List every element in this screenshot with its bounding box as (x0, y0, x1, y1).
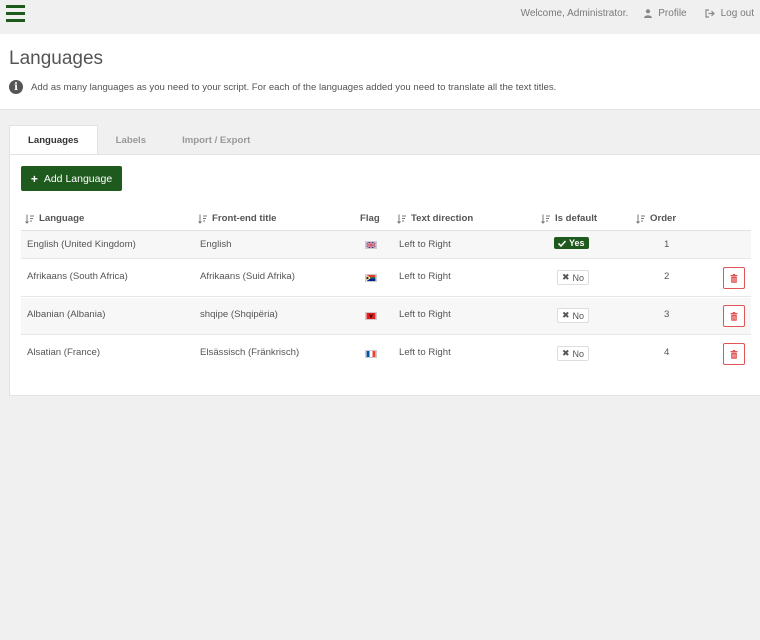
welcome-text: Welcome, Administrator. (520, 8, 629, 19)
table-header: Language Front-end title Flag Text direc… (21, 207, 751, 231)
top-bar: Welcome, Administrator. Profile Log out (0, 0, 760, 34)
logout-icon (705, 9, 715, 18)
default-no-badge: ✖ No (557, 270, 590, 285)
default-no-badge: ✖ No (557, 346, 590, 361)
table-row: Alsatian (France) Elsässisch (Fränkrisch… (21, 336, 751, 373)
trash-icon (730, 349, 738, 359)
south-africa-flag-icon (365, 274, 377, 282)
info-message: i Add as many languages as you need to y… (9, 80, 556, 94)
sort-icon (397, 214, 406, 224)
frontend-title-cell: shqipe (Shqipëria) (200, 309, 278, 320)
close-icon: ✖ (562, 272, 570, 282)
language-cell: Alsatian (France) (27, 347, 101, 358)
column-header-language[interactable]: Language (25, 213, 84, 224)
check-icon (558, 239, 566, 247)
sort-icon (198, 214, 207, 224)
table-row: English (United Kingdom) English Left to… (21, 231, 751, 259)
tab-languages[interactable]: Languages (9, 125, 98, 155)
tab-bar: Languages Labels Import / Export (9, 125, 268, 155)
table-row: Afrikaans (South Africa) Afrikaans (Suid… (21, 260, 751, 297)
plus-icon: + (30, 171, 38, 186)
france-flag-icon (365, 350, 377, 358)
user-nav: Welcome, Administrator. Profile Log out (521, 8, 754, 19)
add-language-label: Add Language (43, 172, 113, 185)
close-icon: ✖ (562, 348, 570, 358)
language-cell: Afrikaans (South Africa) (27, 271, 128, 282)
logout-link[interactable]: Log out (705, 8, 754, 19)
order-cell: 1 (664, 239, 670, 250)
menu-icon[interactable] (6, 5, 25, 22)
default-label: Yes (569, 238, 585, 248)
text-direction-cell: Left to Right (399, 309, 451, 320)
column-header-flag: Flag (360, 213, 380, 224)
tab-labels[interactable]: Labels (98, 125, 164, 155)
frontend-title-cell: Afrikaans (Suid Afrika) (200, 271, 295, 282)
page-header: Languages i Add as many languages as you… (0, 34, 760, 110)
languages-panel: + Add Language Language Front-end title … (9, 154, 760, 396)
sort-icon (541, 214, 550, 224)
text-direction-cell: Left to Right (399, 347, 451, 358)
text-direction-cell: Left to Right (399, 239, 451, 250)
column-header-frontend-title[interactable]: Front-end title (198, 213, 276, 224)
tab-import-export[interactable]: Import / Export (164, 125, 268, 155)
column-label: Front-end title (212, 213, 277, 224)
frontend-title-cell: Elsässisch (Fränkrisch) (200, 347, 300, 358)
sort-icon (25, 214, 34, 224)
page-title: Languages (9, 48, 104, 69)
default-label: No (572, 272, 585, 283)
user-icon (644, 9, 653, 18)
delete-button[interactable] (723, 343, 745, 365)
close-icon: ✖ (562, 310, 570, 320)
table-row: Albanian (Albania) shqipe (Shqipëria) Le… (21, 298, 751, 335)
uk-flag-icon (365, 241, 377, 249)
column-label: Language (39, 213, 85, 224)
albania-flag-icon (365, 312, 377, 320)
info-text: Add as many languages as you need to you… (31, 81, 557, 93)
trash-icon (730, 311, 738, 321)
column-header-text-direction[interactable]: Text direction (397, 213, 473, 224)
default-label: No (572, 348, 585, 359)
column-label: Text direction (411, 213, 474, 224)
delete-button[interactable] (723, 305, 745, 327)
order-cell: 3 (664, 309, 670, 320)
column-label: Flag (360, 213, 380, 224)
sort-icon (636, 214, 645, 224)
delete-button[interactable] (723, 267, 745, 289)
logout-label: Log out (720, 8, 754, 19)
default-no-badge: ✖ No (557, 308, 590, 323)
column-label: Order (650, 213, 677, 224)
default-label: No (572, 310, 585, 321)
order-cell: 4 (664, 347, 670, 358)
language-cell: English (United Kingdom) (27, 239, 136, 250)
order-cell: 2 (664, 271, 670, 282)
profile-label: Profile (658, 8, 687, 19)
add-language-button[interactable]: + Add Language (21, 166, 122, 191)
column-label: Is default (555, 213, 598, 224)
default-yes-badge: Yes (554, 237, 589, 249)
column-header-order[interactable]: Order (636, 213, 676, 224)
profile-link[interactable]: Profile (644, 8, 687, 19)
column-header-is-default[interactable]: Is default (541, 213, 597, 224)
trash-icon (730, 273, 738, 283)
info-icon: i (9, 80, 23, 94)
language-cell: Albanian (Albania) (27, 309, 106, 320)
frontend-title-cell: English (200, 239, 232, 250)
text-direction-cell: Left to Right (399, 271, 451, 282)
